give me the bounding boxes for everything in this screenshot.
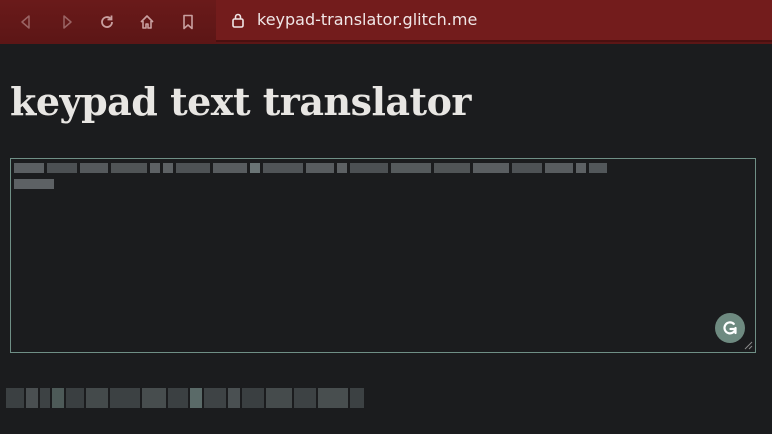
bookmark-icon[interactable] bbox=[176, 10, 200, 34]
page-title: keypad text translator bbox=[10, 79, 471, 124]
forward-icon[interactable] bbox=[55, 10, 79, 34]
grammarly-icon[interactable] bbox=[715, 313, 745, 343]
url-text: keypad-translator.glitch.me bbox=[257, 10, 478, 29]
back-icon[interactable] bbox=[14, 10, 38, 34]
home-icon[interactable] bbox=[135, 10, 159, 34]
resize-grip-icon[interactable] bbox=[744, 341, 753, 350]
page-content: keypad text translator bbox=[0, 44, 772, 434]
input-textarea[interactable] bbox=[10, 158, 756, 353]
textarea-text-line-2 bbox=[14, 179, 54, 189]
reload-icon[interactable] bbox=[95, 10, 119, 34]
output-text bbox=[6, 388, 364, 410]
browser-toolbar: keypad-translator.glitch.me bbox=[0, 0, 772, 44]
address-bar[interactable]: keypad-translator.glitch.me bbox=[216, 0, 772, 42]
lock-icon bbox=[232, 13, 244, 28]
textarea-text-line-1 bbox=[14, 163, 607, 173]
